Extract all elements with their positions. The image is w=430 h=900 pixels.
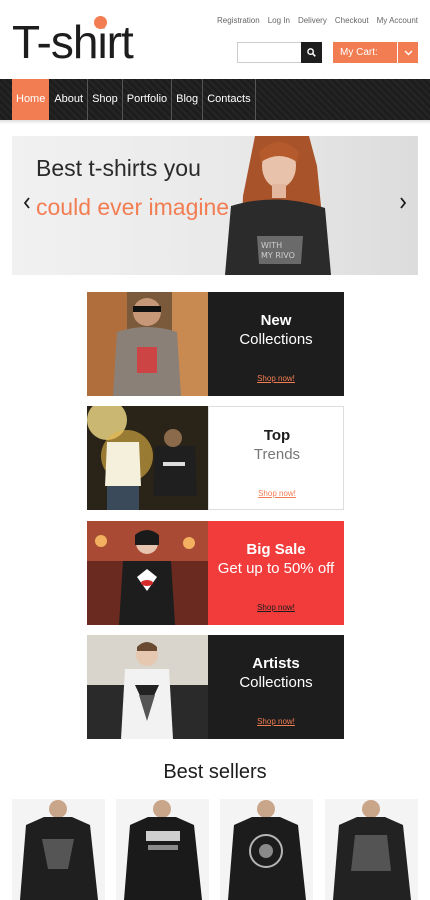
promo-panel: New Collections Shop now! — [208, 292, 344, 396]
promo-photo-artists — [87, 635, 208, 739]
search-button[interactable] — [301, 42, 322, 63]
search-icon — [307, 48, 316, 57]
checkout-link[interactable]: Checkout — [335, 16, 369, 25]
slide-headline: Best t-shirts you — [36, 155, 201, 181]
promo-photo-trends — [87, 406, 208, 510]
chevron-left-icon — [23, 197, 30, 209]
promo-subtitle: Collections — [239, 331, 313, 348]
promo-panel: Big Sale Get up to 50% off Shop now! — [208, 521, 344, 625]
promo-new-collections[interactable]: New Collections Shop now! — [87, 292, 344, 396]
slider-prev-button[interactable] — [20, 196, 34, 214]
promo-artists[interactable]: Artists Collections Shop now! — [87, 635, 344, 739]
slider-next-button[interactable] — [396, 196, 410, 214]
nav-item-blog[interactable]: Blog — [172, 79, 204, 120]
chevron-down-icon — [404, 50, 412, 55]
shop-now-link[interactable]: Shop now! — [208, 374, 344, 383]
svg-text:MY RIVO: MY RIVO — [261, 251, 295, 260]
promo-subtitle: Trends — [253, 446, 301, 463]
logo-text: T-shirt — [12, 16, 134, 68]
promo-panel: Top Trends Shop now! — [208, 406, 344, 510]
product-thumbnail[interactable] — [325, 799, 418, 900]
shop-now-link[interactable]: Shop now! — [209, 489, 345, 498]
promo-photo-new — [87, 292, 208, 396]
slide-subheadline: could ever imagine — [36, 194, 230, 220]
hero-slider: Best t-shirts you could ever imagine WIT… — [12, 136, 418, 275]
nav-shadow — [0, 120, 430, 124]
shop-now-link[interactable]: Shop now! — [208, 603, 344, 612]
nav-item-home[interactable]: Home — [12, 79, 51, 120]
product-thumbnail[interactable] — [116, 799, 209, 900]
my-account-link[interactable]: My Account — [377, 16, 418, 25]
product-thumbnail[interactable] — [220, 799, 313, 900]
nav-item-about[interactable]: About — [50, 79, 89, 120]
promo-photo-sale — [87, 521, 208, 625]
top-links: Registration Log In Delivery Checkout My… — [217, 16, 418, 25]
promo-top-trends[interactable]: Top Trends Shop now! — [87, 406, 344, 510]
nav-item-contacts[interactable]: Contacts — [203, 79, 256, 120]
logo-dot-icon — [94, 16, 107, 29]
promo-title: Big Sale — [246, 541, 306, 558]
delivery-link[interactable]: Delivery — [298, 16, 327, 25]
promo-subtitle: Collections — [239, 674, 313, 691]
promo-subtitle: Get up to 50% off — [217, 560, 335, 577]
cart-dropdown[interactable]: My Cart: — [333, 42, 418, 63]
cart-toggle[interactable] — [397, 42, 418, 63]
promo-title: New — [260, 312, 292, 329]
nav-item-portfolio[interactable]: Portfolio — [123, 79, 173, 120]
site-logo[interactable]: T-shirt — [12, 14, 134, 70]
search-box — [237, 42, 322, 63]
svg-text:WITH: WITH — [261, 241, 282, 250]
login-link[interactable]: Log In — [268, 16, 290, 25]
cart-label: My Cart: — [340, 47, 378, 58]
registration-link[interactable]: Registration — [217, 16, 260, 25]
nav-item-shop[interactable]: Shop — [88, 79, 123, 120]
product-thumbnail[interactable] — [12, 799, 105, 900]
promo-panel: Artists Collections Shop now! — [208, 635, 344, 739]
best-sellers-heading: Best sellers — [163, 761, 267, 783]
main-nav: Home About Shop Portfolio Blog Contacts — [0, 79, 430, 120]
promo-title: Artists — [252, 655, 300, 672]
shop-now-link[interactable]: Shop now! — [208, 717, 344, 726]
model-photo: WITH MY RIVO — [225, 136, 331, 275]
search-input[interactable] — [237, 42, 303, 63]
promo-title: Top — [263, 427, 291, 444]
promo-big-sale[interactable]: Big Sale Get up to 50% off Shop now! — [87, 521, 344, 625]
chevron-right-icon — [400, 197, 407, 209]
